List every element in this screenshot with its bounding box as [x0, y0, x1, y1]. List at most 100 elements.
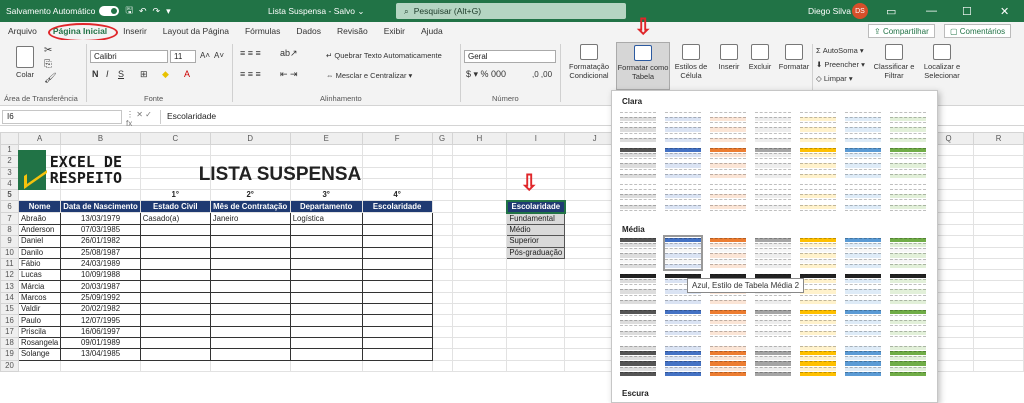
- clear-button[interactable]: ◇ Limpar ▾: [816, 74, 853, 83]
- sheet-cell[interactable]: [506, 280, 566, 293]
- sheet-cell[interactable]: [973, 155, 1024, 168]
- table-cell[interactable]: 09/01/1989: [60, 336, 141, 350]
- font-size-select[interactable]: 11: [170, 50, 196, 63]
- table-cell[interactable]: [361, 336, 433, 350]
- table-cell[interactable]: Marcos: [17, 291, 62, 305]
- quick-access-menu-icon[interactable]: ▾: [166, 6, 171, 17]
- table-cell[interactable]: [139, 246, 211, 259]
- table-cell[interactable]: 26/01/1982: [60, 235, 141, 248]
- table-style-option[interactable]: [800, 345, 836, 377]
- column-header[interactable]: E: [289, 132, 363, 145]
- sheet-cell[interactable]: [60, 359, 141, 372]
- table-cell[interactable]: [289, 325, 363, 338]
- table-style-option[interactable]: [845, 147, 881, 179]
- table-cell[interactable]: [139, 325, 211, 338]
- sheet-cell[interactable]: [431, 314, 453, 327]
- sheet-cell[interactable]: [431, 269, 453, 282]
- sheet-cell[interactable]: [451, 269, 508, 282]
- ribbon-display-icon[interactable]: ▭: [886, 5, 896, 18]
- table-style-option[interactable]: [620, 237, 656, 269]
- table-cell[interactable]: Rosangela: [17, 336, 62, 350]
- sheet-cell[interactable]: [451, 303, 508, 316]
- table-style-option[interactable]: [800, 183, 836, 215]
- table-cell[interactable]: [361, 303, 433, 316]
- table-cell[interactable]: Márcia: [17, 280, 62, 293]
- table-header[interactable]: Estado Civil: [139, 200, 211, 214]
- column-header[interactable]: B: [60, 132, 141, 145]
- sheet-cell[interactable]: [431, 257, 453, 271]
- font-color-icon[interactable]: A: [184, 70, 190, 79]
- wrap-text-button[interactable]: ↵ Quebrar Texto Automaticamente: [326, 51, 442, 60]
- table-cell[interactable]: 13/04/1985: [60, 348, 141, 361]
- corner-cell[interactable]: [0, 132, 19, 145]
- sheet-cell[interactable]: [431, 235, 453, 248]
- table-style-option[interactable]: [800, 111, 836, 143]
- table-cell[interactable]: [289, 314, 363, 327]
- sheet-cell[interactable]: [451, 166, 508, 179]
- row-header[interactable]: 10: [0, 246, 19, 259]
- sheet-cell[interactable]: [973, 177, 1024, 191]
- tab-exibir[interactable]: Exibir: [376, 26, 413, 36]
- column-header[interactable]: A: [17, 132, 62, 145]
- sheet-cell[interactable]: [451, 189, 508, 202]
- order-label[interactable]: 4°: [361, 189, 433, 202]
- table-style-option[interactable]: [845, 111, 881, 143]
- search-box[interactable]: ⌕ Pesquisar (Alt+G): [396, 3, 626, 19]
- table-cell[interactable]: Janeiro: [209, 212, 291, 225]
- table-cell[interactable]: [139, 280, 211, 293]
- table-style-option[interactable]: [845, 183, 881, 215]
- table-style-option[interactable]: [620, 147, 656, 179]
- table-cell[interactable]: [361, 235, 433, 248]
- column-header[interactable]: D: [209, 132, 291, 145]
- list-item[interactable]: Superior: [506, 235, 566, 248]
- sheet-cell[interactable]: [973, 246, 1024, 259]
- table-cell[interactable]: Paulo: [17, 314, 62, 327]
- tab-layout[interactable]: Layout da Página: [155, 26, 237, 36]
- table-cell[interactable]: [361, 257, 433, 271]
- sheet-cell[interactable]: [451, 155, 508, 168]
- table-style-option[interactable]: [663, 235, 703, 271]
- find-select-button[interactable]: Localizar e Selecionar: [918, 44, 966, 80]
- table-header[interactable]: Nome: [17, 200, 62, 214]
- redo-icon[interactable]: ↷: [153, 6, 161, 17]
- number-format-select[interactable]: Geral: [464, 50, 556, 63]
- row-header[interactable]: 4: [0, 177, 19, 191]
- sheet-cell[interactable]: [451, 348, 508, 361]
- table-cell[interactable]: 12/07/1995: [60, 314, 141, 327]
- sheet-cell[interactable]: [451, 223, 508, 237]
- sheet-cell[interactable]: [973, 189, 1024, 202]
- row-header[interactable]: 11: [0, 257, 19, 271]
- sheet-cell[interactable]: [431, 280, 453, 293]
- table-style-option[interactable]: [710, 183, 746, 215]
- table-style-option[interactable]: [755, 345, 791, 377]
- sheet-cell[interactable]: [973, 291, 1024, 305]
- list-item[interactable]: Pós-graduação: [506, 246, 566, 259]
- merge-center-button[interactable]: ⇔ Mesclar e Centralizar ▾: [326, 71, 412, 80]
- column-header[interactable]: C: [139, 132, 211, 145]
- table-style-option[interactable]: [710, 147, 746, 179]
- table-cell[interactable]: [289, 348, 363, 361]
- table-cell[interactable]: [289, 336, 363, 350]
- table-cell[interactable]: [361, 280, 433, 293]
- table-cell[interactable]: [209, 246, 291, 259]
- conditional-format-button[interactable]: Formatação Condicional: [564, 44, 614, 80]
- sheet-cell[interactable]: [431, 303, 453, 316]
- sheet-cell[interactable]: [139, 143, 211, 157]
- table-cell[interactable]: [209, 291, 291, 305]
- fill-color-icon[interactable]: ◆: [162, 70, 169, 79]
- sheet-cell[interactable]: [973, 257, 1024, 271]
- sheet-cell[interactable]: [431, 166, 453, 179]
- italic-icon[interactable]: I: [106, 70, 109, 79]
- sheet-cell[interactable]: [506, 303, 566, 316]
- table-cell[interactable]: 20/02/1982: [60, 303, 141, 316]
- row-header[interactable]: 2: [0, 155, 19, 168]
- table-cell[interactable]: Fábio: [17, 257, 62, 271]
- table-cell[interactable]: Daniel: [17, 235, 62, 248]
- table-cell[interactable]: Abraão: [17, 212, 62, 225]
- table-header[interactable]: Mês de Contratação: [209, 200, 291, 214]
- sheet-cell[interactable]: [209, 143, 291, 157]
- table-style-option[interactable]: [620, 273, 656, 305]
- sheet-cell[interactable]: [506, 314, 566, 327]
- table-cell[interactable]: [361, 269, 433, 282]
- table-style-option[interactable]: [845, 309, 881, 341]
